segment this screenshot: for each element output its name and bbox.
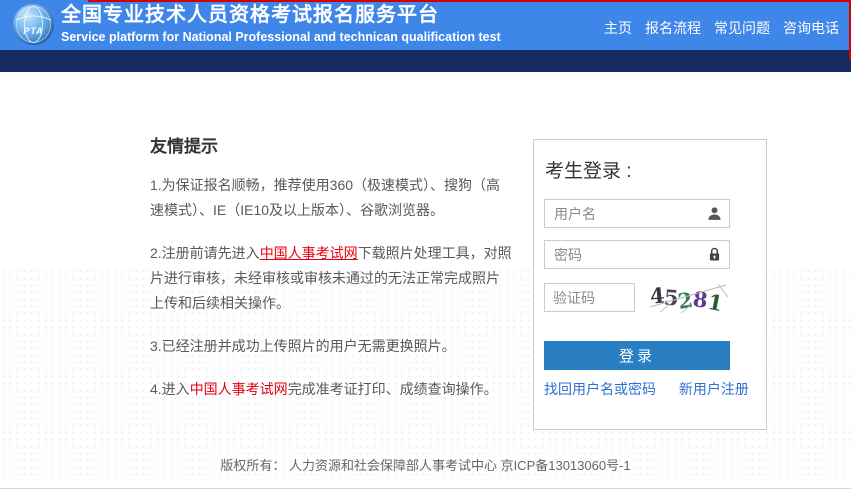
sub-header-band: [0, 50, 851, 72]
site-subtitle: Service platform for National Profession…: [61, 30, 501, 44]
page: PTA 全国专业技术人员资格考试报名服务平台 Service platform …: [0, 0, 851, 489]
tip-item-3: 3.已经注册并成功上传照片的用户无需更换照片。: [150, 338, 456, 354]
pta-logo-icon: PTA: [13, 4, 54, 45]
cpta-website-link-2[interactable]: 中国人事考试网: [190, 381, 288, 397]
username-field: [544, 199, 730, 228]
user-icon: [708, 207, 721, 220]
tip-item-1: 1.为保证报名顺畅，推荐使用360（极速模式）、搜狗（高速模式）、IE（IE10…: [150, 177, 501, 218]
header: PTA 全国专业技术人员资格考试报名服务平台 Service platform …: [0, 0, 851, 50]
new-user-register-link[interactable]: 新用户注册: [679, 381, 749, 397]
nav-contact-phone[interactable]: 咨询电话: [783, 18, 839, 38]
login-title: 考生登录 :: [545, 161, 632, 182]
logo-text: PTA: [23, 26, 44, 36]
lock-icon: [709, 247, 720, 261]
top-border-line: [88, 0, 851, 2]
nav-home[interactable]: 主页: [604, 18, 632, 38]
copyright-text: 版权所有： 人力资源和社会保障部人事考试中心 京ICP备13013060号-1: [220, 458, 631, 473]
tip-item-4: 4.进入中国人事考试网完成准考证打印、成绩查询操作。: [150, 377, 512, 402]
forgot-username-password-link[interactable]: 找回用户名或密码: [544, 381, 656, 397]
tips-heading: 友情提示: [150, 137, 218, 156]
captcha-input[interactable]: [544, 283, 635, 312]
cpta-website-link[interactable]: 中国人事考试网: [260, 245, 358, 261]
header-titles: 全国专业技术人员资格考试报名服务平台 Service platform for …: [61, 2, 501, 45]
login-links: 找回用户名或密码 新用户注册: [544, 379, 758, 399]
nav-registration-process[interactable]: 报名流程: [645, 18, 701, 38]
username-input[interactable]: [544, 199, 730, 228]
login-button[interactable]: 登录: [544, 341, 730, 370]
tip-item-2: 2.注册前请先进入中国人事考试网下载照片处理工具，对照片进行审核，未经审核或审核…: [150, 241, 512, 316]
footer: 版权所有： 人力资源和社会保障部人事考试中心 京ICP备13013060号-1: [0, 455, 851, 475]
tip-2-text: 2.注册前请先进入: [150, 245, 260, 261]
tip-4-text: 4.进入: [150, 381, 190, 397]
login-panel: 考生登录 : 4 5 2 8 1: [533, 139, 767, 430]
password-field: [544, 240, 730, 269]
nav-faq[interactable]: 常见问题: [714, 18, 770, 38]
site-title: 全国专业技术人员资格考试报名服务平台: [61, 4, 439, 26]
password-input[interactable]: [544, 240, 730, 269]
captcha-noise: [649, 283, 729, 314]
captcha-row: 4 5 2 8 1: [544, 281, 759, 316]
friendly-tips-section: 友情提示 1.为保证报名顺畅，推荐使用360（极速模式）、搜狗（高速模式）、IE…: [150, 132, 512, 420]
tip-4-text-suffix: 完成准考证打印、成绩查询操作。: [287, 381, 498, 397]
captcha-image[interactable]: 4 5 2 8 1: [648, 281, 730, 316]
header-nav: 主页 报名流程 常见问题 咨询电话: [604, 18, 839, 38]
